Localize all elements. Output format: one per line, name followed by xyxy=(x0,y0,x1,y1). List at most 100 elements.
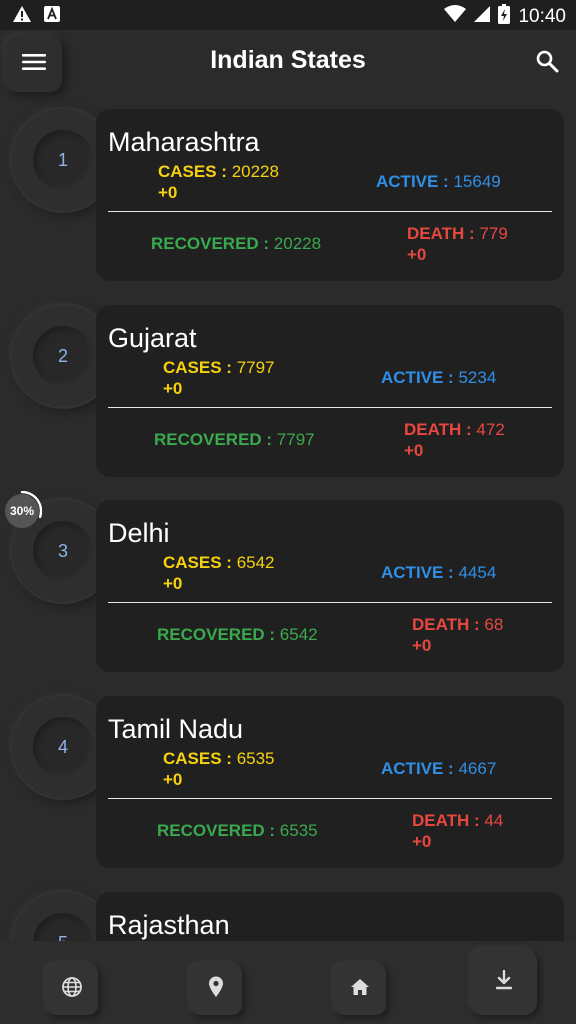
state-list-item[interactable]: 3 Delhi CASES : 6542 +0 ACTIVE : 4454 REC… xyxy=(0,500,576,676)
recovered-value: 6542 xyxy=(279,625,318,644)
death-label: DEATH : xyxy=(412,615,485,634)
state-card[interactable]: Rajasthan xyxy=(96,892,564,941)
state-name: Maharashtra xyxy=(108,127,260,157)
death-label: DEATH : xyxy=(412,811,485,830)
death-delta: +0 xyxy=(412,832,432,851)
cases-label: CASES : xyxy=(158,162,232,181)
death-value: 779 xyxy=(479,224,508,243)
globe-icon xyxy=(61,976,83,1003)
active-label: ACTIVE : xyxy=(381,563,459,582)
cases-delta: +0 xyxy=(158,183,178,202)
cases-value: 6535 xyxy=(236,749,275,768)
rank-number: 2 xyxy=(33,326,93,386)
state-list-item[interactable]: 1 Maharashtra CASES : 20228 +0 ACTIVE : 1… xyxy=(0,109,576,285)
death-value: 68 xyxy=(484,615,504,634)
active-stat: ACTIVE : 4454 xyxy=(381,563,496,583)
card-divider xyxy=(108,602,552,603)
card-divider xyxy=(108,211,552,212)
death-delta: +0 xyxy=(404,441,424,460)
active-value: 5234 xyxy=(458,368,497,387)
recovered-value: 7797 xyxy=(276,430,315,449)
death-delta: +0 xyxy=(412,636,432,655)
nav-states-button[interactable] xyxy=(190,963,242,1015)
recovered-stat: RECOVERED : 20228 xyxy=(151,234,321,254)
death-stat: DEATH : 472 +0 xyxy=(404,419,505,461)
cases-stat: CASES : 7797 +0 xyxy=(163,357,275,399)
state-list-item[interactable]: 4 Tamil Nadu CASES : 6535 +0 ACTIVE : 466… xyxy=(0,696,576,872)
card-divider xyxy=(108,407,552,408)
active-stat: ACTIVE : 15649 xyxy=(376,172,501,192)
recovered-stat: RECOVERED : 6535 xyxy=(157,821,318,841)
wifi-icon xyxy=(444,5,467,28)
state-name: Rajasthan xyxy=(108,910,230,940)
progress-label: 30% xyxy=(10,504,34,518)
cases-value: 6542 xyxy=(236,553,275,572)
state-name: Tamil Nadu xyxy=(108,714,244,744)
recovered-stat: RECOVERED : 6542 xyxy=(157,625,318,645)
state-card[interactable]: Gujarat CASES : 7797 +0 ACTIVE : 5234 REC… xyxy=(96,305,564,477)
state-name: Gujarat xyxy=(108,323,197,353)
death-stat: DEATH : 779 +0 xyxy=(407,223,508,265)
state-list[interactable]: 1 Maharashtra CASES : 20228 +0 ACTIVE : 1… xyxy=(0,96,576,941)
rank-number: 5 xyxy=(33,913,93,941)
search-icon xyxy=(535,49,559,78)
state-card[interactable]: Delhi CASES : 6542 +0 ACTIVE : 4454 RECOV… xyxy=(96,500,564,672)
active-value: 4454 xyxy=(458,563,497,582)
home-icon xyxy=(350,978,370,1001)
death-stat: DEATH : 44 +0 xyxy=(412,810,503,852)
state-card[interactable]: Maharashtra CASES : 20228 +0 ACTIVE : 156… xyxy=(96,109,564,281)
death-value: 44 xyxy=(484,811,504,830)
active-stat: ACTIVE : 4667 xyxy=(381,759,496,779)
death-delta: +0 xyxy=(407,245,427,264)
rank-number: 3 xyxy=(33,521,93,581)
nav-world-button[interactable] xyxy=(46,963,98,1015)
state-list-item[interactable]: 2 Gujarat CASES : 7797 +0 ACTIVE : 5234 R… xyxy=(0,305,576,481)
cases-value: 20228 xyxy=(231,162,279,181)
cases-value: 7797 xyxy=(236,358,275,377)
rank-number: 4 xyxy=(33,717,93,777)
cases-delta: +0 xyxy=(163,770,183,789)
cases-delta: +0 xyxy=(163,574,183,593)
active-value: 15649 xyxy=(453,172,501,191)
search-button[interactable] xyxy=(532,48,562,78)
recovered-stat: RECOVERED : 7797 xyxy=(154,430,315,450)
nav-home-button[interactable] xyxy=(334,963,386,1015)
active-value: 4667 xyxy=(458,759,497,778)
refresh-progress-indicator: 30% xyxy=(2,490,43,531)
death-value: 472 xyxy=(476,420,505,439)
download-icon xyxy=(495,969,513,995)
active-label: ACTIVE : xyxy=(381,368,459,387)
recovered-label: RECOVERED : xyxy=(151,234,274,253)
recovered-value: 20228 xyxy=(273,234,322,253)
death-stat: DEATH : 68 +0 xyxy=(412,614,503,656)
cases-label: CASES : xyxy=(163,749,237,768)
recovered-label: RECOVERED : xyxy=(157,821,280,840)
bottom-navigation xyxy=(0,941,576,1024)
state-name: Delhi xyxy=(108,518,170,548)
cases-label: CASES : xyxy=(163,358,237,377)
battery-icon xyxy=(498,4,511,29)
cases-delta: +0 xyxy=(163,379,183,398)
status-time: 10:40 xyxy=(518,5,566,27)
nav-download-button[interactable] xyxy=(471,949,537,1015)
death-label: DEATH : xyxy=(407,224,480,243)
signal-icon xyxy=(474,5,491,28)
state-list-item[interactable]: 5 Rajasthan xyxy=(0,892,576,941)
cases-label: CASES : xyxy=(163,553,237,572)
warning-icon xyxy=(12,5,32,28)
card-divider xyxy=(108,798,552,799)
recovered-label: RECOVERED : xyxy=(154,430,277,449)
app-notification-icon xyxy=(44,6,60,27)
location-pin-icon xyxy=(208,976,224,1003)
recovered-label: RECOVERED : xyxy=(157,625,280,644)
cases-stat: CASES : 20228 +0 xyxy=(158,161,279,203)
page-title: Indian States xyxy=(210,46,366,74)
recovered-value: 6535 xyxy=(279,821,318,840)
active-label: ACTIVE : xyxy=(376,172,454,191)
rank-number: 1 xyxy=(33,130,93,190)
active-stat: ACTIVE : 5234 xyxy=(381,368,496,388)
state-card[interactable]: Tamil Nadu CASES : 6535 +0 ACTIVE : 4667 … xyxy=(96,696,564,868)
app-bar: Indian States xyxy=(0,30,576,96)
death-label: DEATH : xyxy=(404,420,477,439)
status-bar: 10:40 xyxy=(0,0,576,30)
